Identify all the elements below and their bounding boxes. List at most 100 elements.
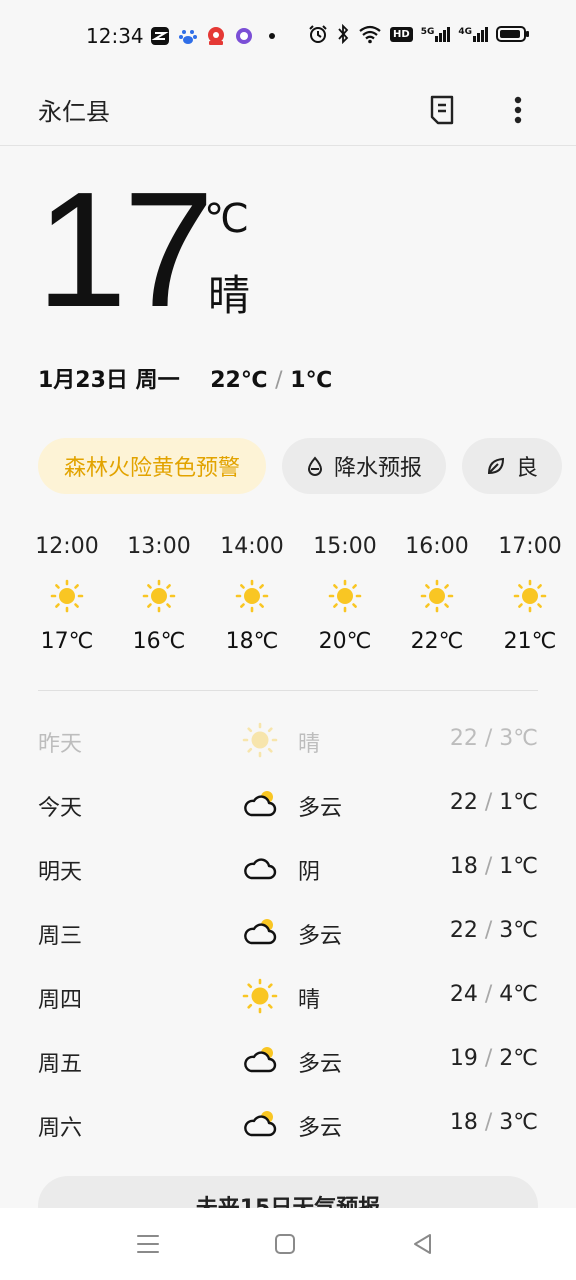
hour-item: 17:00 21℃ xyxy=(484,534,576,654)
signal-5g-label: 5G xyxy=(420,26,435,37)
hour-temp: 21℃ xyxy=(503,629,557,654)
day-row[interactable]: 周六 多云 18 / 3℃ xyxy=(0,1094,576,1158)
document-list-icon xyxy=(430,95,454,125)
back-icon xyxy=(414,1234,431,1254)
leaf-icon xyxy=(488,457,505,475)
day-name: 明天 xyxy=(38,860,83,885)
purple-app-icon xyxy=(236,28,252,44)
precipitation-chip[interactable]: 降水预报 xyxy=(282,438,447,494)
sun-icon xyxy=(235,579,269,613)
hour-temp: 20℃ xyxy=(318,629,372,654)
more-vertical-icon xyxy=(514,96,522,124)
day-temp-range: 22 / 1℃ xyxy=(450,790,538,815)
current-date: 1月23日 周一 xyxy=(38,368,180,393)
alarm-icon xyxy=(309,25,327,43)
hour-item: 14:00 18℃ xyxy=(206,534,298,654)
hour-time: 13:00 xyxy=(127,534,191,559)
day-row[interactable]: 明天 阴 18 / 1℃ xyxy=(0,838,576,902)
hour-time: 16:00 xyxy=(405,534,469,559)
info-chips: 森林火险黄色预警 降水预报 良 xyxy=(38,438,576,494)
hour-item: 15:00 20℃ xyxy=(299,534,391,654)
cloud-icon xyxy=(244,858,277,880)
hour-item: 13:00 16℃ xyxy=(113,534,205,654)
bluetooth-icon xyxy=(338,24,349,44)
fire-warning-label: 森林火险黄色预警 xyxy=(64,456,241,481)
day-high: 24 xyxy=(449,982,478,1007)
hour-item: 16:00 22℃ xyxy=(391,534,483,654)
precipitation-label: 降水预报 xyxy=(334,456,423,481)
battery-icon xyxy=(496,26,529,42)
day-condition: 晴 xyxy=(298,732,321,757)
day-low: 4℃ xyxy=(499,982,538,1007)
signal-4g-icon: 4G xyxy=(458,26,488,42)
home-button[interactable] xyxy=(271,1230,299,1258)
day-low: 2℃ xyxy=(499,1046,538,1071)
sun-icon xyxy=(328,579,362,613)
day-condition: 晴 xyxy=(298,988,321,1013)
hour-temp: 22℃ xyxy=(410,629,464,654)
day-row[interactable]: 周三 多云 22 / 3℃ xyxy=(0,902,576,966)
air-quality-chip[interactable]: 良 xyxy=(462,438,563,494)
day-sep: / xyxy=(484,790,493,815)
day-name: 昨天 xyxy=(38,732,83,757)
hourly-forecast[interactable]: 12:00 17℃ 13:00 16℃ 14:00 18℃ 15:00 20℃ … xyxy=(0,534,576,674)
system-nav-bar xyxy=(0,1208,576,1280)
section-divider xyxy=(38,690,538,691)
day-condition: 多云 xyxy=(298,924,343,949)
hour-temp: 18℃ xyxy=(225,629,279,654)
app-bar: 永仁县 xyxy=(0,74,576,146)
sun-icon xyxy=(50,579,84,613)
day-row[interactable]: 今天 多云 22 / 1℃ xyxy=(0,774,576,838)
fire-warning-chip[interactable]: 森林火险黄色预警 xyxy=(38,438,267,494)
hour-temp: 16℃ xyxy=(132,629,186,654)
day-sep: / xyxy=(484,854,493,879)
day-high: 18 xyxy=(449,854,478,879)
partly-cloudy-icon xyxy=(244,1111,277,1137)
partly-cloudy-icon xyxy=(244,919,277,945)
back-button[interactable] xyxy=(409,1230,437,1258)
hour-time: 15:00 xyxy=(313,534,377,559)
partly-cloudy-icon xyxy=(244,791,277,817)
home-icon xyxy=(275,1234,295,1254)
menu-icon xyxy=(137,1235,159,1253)
day-name: 周四 xyxy=(38,988,83,1013)
day-name: 今天 xyxy=(38,796,83,821)
current-sep: / xyxy=(275,368,283,393)
dot-icon xyxy=(269,33,275,39)
day-temp-range: 18 / 1℃ xyxy=(450,854,538,879)
signal-5g-icon: 5G xyxy=(420,26,451,42)
capcut-icon xyxy=(151,27,169,45)
day-sep: / xyxy=(484,726,493,751)
current-condition: 晴 xyxy=(208,271,251,320)
day-high: 18 xyxy=(449,1110,478,1135)
raindrop-icon xyxy=(308,456,323,476)
city-name[interactable]: 永仁县 xyxy=(38,92,110,127)
more-button[interactable] xyxy=(500,92,536,128)
day-low: 3℃ xyxy=(499,726,538,751)
day-row[interactable]: 昨天 晴 22 / 3℃ xyxy=(0,710,576,774)
day-temp-range: 22 / 3℃ xyxy=(450,726,538,751)
current-low: 1℃ xyxy=(290,368,333,393)
day-temp-range: 22 / 3℃ xyxy=(450,918,538,943)
current-high: 22℃ xyxy=(210,368,268,393)
day-sep: / xyxy=(484,1110,493,1135)
sun-icon xyxy=(242,722,278,758)
city-list-button[interactable] xyxy=(424,92,460,128)
day-name: 周六 xyxy=(38,1116,83,1141)
day-condition: 多云 xyxy=(298,1052,343,1077)
map-pin-app-icon xyxy=(208,27,224,45)
sun-icon xyxy=(513,579,547,613)
day-temp-range: 19 / 2℃ xyxy=(450,1046,538,1071)
air-quality-label: 良 xyxy=(516,456,539,481)
day-temp-range: 24 / 4℃ xyxy=(450,982,538,1007)
day-row[interactable]: 周五 多云 19 / 2℃ xyxy=(0,1030,576,1094)
hour-time: 17:00 xyxy=(498,534,562,559)
day-high: 22 xyxy=(449,918,478,943)
recent-apps-button[interactable] xyxy=(134,1230,162,1258)
hour-item: 12:00 17℃ xyxy=(21,534,113,654)
day-row[interactable]: 周四 晴 24 / 4℃ xyxy=(0,966,576,1030)
status-system-icons: HD 5G 4G xyxy=(308,24,530,44)
sun-icon xyxy=(420,579,454,613)
day-condition: 阴 xyxy=(298,860,321,885)
day-sep: / xyxy=(484,982,493,1007)
